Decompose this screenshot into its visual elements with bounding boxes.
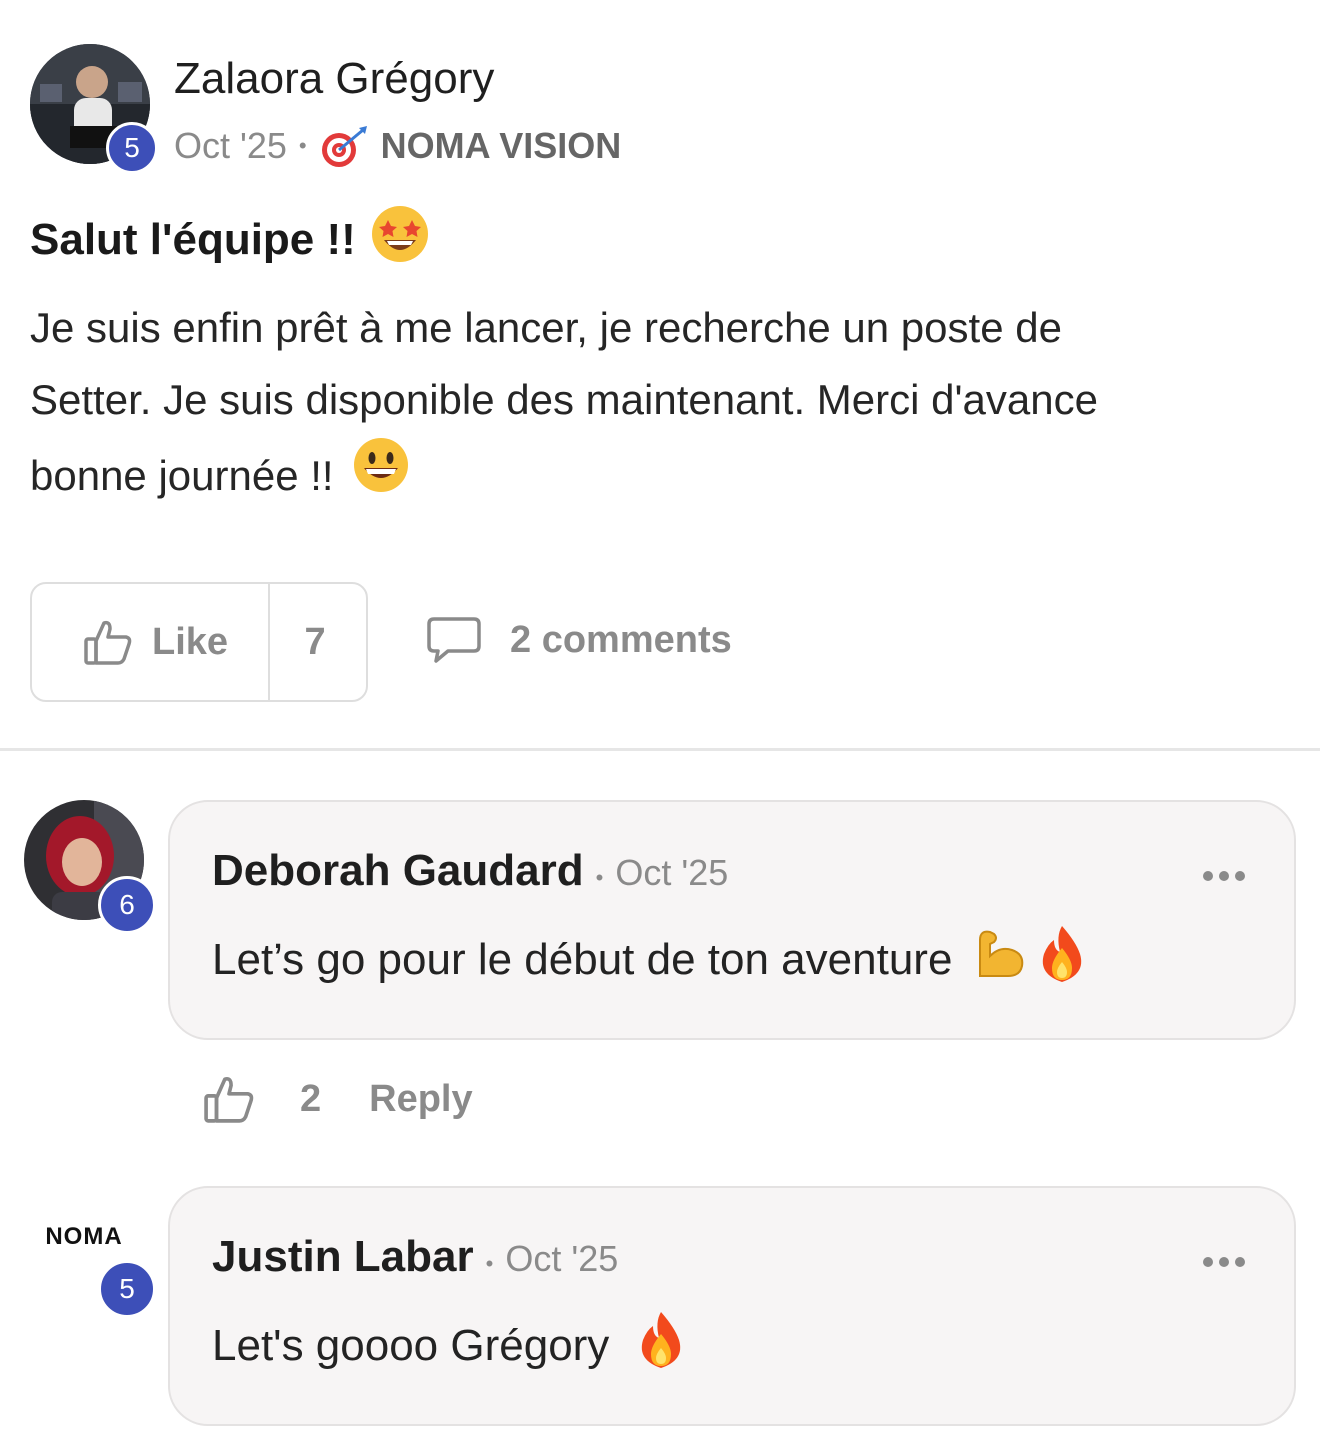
comment-like-button[interactable]: 2 — [204, 1074, 321, 1124]
comments-count-label: 2 comments — [510, 618, 732, 661]
post-meta: Oct '25 • NOMA VISION — [174, 124, 621, 168]
meta-separator: • — [298, 133, 307, 158]
like-button[interactable]: Like — [32, 584, 271, 700]
grinning-face-emoji — [352, 436, 410, 516]
post-body: Je suis enfin prêt à me lancer, je reche… — [30, 292, 1290, 516]
target-dart-icon — [319, 124, 369, 168]
post-category[interactable]: NOMA VISION — [381, 125, 622, 167]
flexed-biceps-emoji — [972, 926, 1028, 993]
post-body-line: bonne journée !! — [30, 452, 334, 499]
comment-separator: • — [595, 865, 604, 890]
author-name[interactable]: Zalaora Grégory — [174, 54, 494, 104]
comment-like-count: 2 — [300, 1077, 322, 1120]
thumbs-up-outline-icon — [84, 619, 132, 665]
comment-bubble: Justin Labar • Oct '25 Let's goooo Grégo… — [168, 1186, 1296, 1426]
comment-author[interactable]: Deborah Gaudard — [212, 846, 584, 896]
comment-level-badge: 6 — [98, 876, 156, 934]
speech-bubble-icon — [426, 616, 482, 664]
like-count[interactable]: 7 — [270, 584, 360, 700]
comment-text: Let's goooo Grégory — [212, 1320, 610, 1370]
comment-author[interactable]: Justin Labar — [212, 1232, 474, 1282]
section-divider — [0, 748, 1320, 751]
author-level-badge: 5 — [106, 122, 158, 174]
like-button-group: Like 7 — [30, 582, 368, 702]
comment-level-badge: 5 — [98, 1260, 156, 1318]
post-date: Oct '25 — [174, 125, 287, 166]
noma-logo: NOMA — [45, 1223, 123, 1250]
post-body-line: Setter. Je suis disponible des maintenan… — [30, 376, 1098, 423]
comments-button[interactable]: 2 comments — [426, 616, 732, 664]
star-struck-emoji — [370, 204, 430, 275]
comment-text-row: Let's goooo Grégory — [212, 1310, 687, 1381]
more-dots-icon[interactable] — [1202, 1234, 1246, 1279]
comment-date: Oct '25 — [615, 852, 729, 893]
fire-emoji — [635, 1310, 687, 1381]
comment-actions: 2 Reply — [204, 1074, 473, 1124]
comment-separator: • — [485, 1251, 494, 1276]
comment-bubble: Deborah Gaudard • Oct '25 Let’s go pour … — [168, 800, 1296, 1040]
comment-text-row: Let’s go pour le début de ton aventure — [212, 924, 1088, 995]
comment-text: Let’s go pour le début de ton aventure — [212, 934, 953, 984]
like-label: Like — [152, 620, 229, 663]
fire-emoji — [1036, 924, 1088, 995]
thumbs-up-outline-icon — [204, 1074, 254, 1124]
post-body-line: Je suis enfin prêt à me lancer, je reche… — [30, 304, 1062, 351]
post-title-text: Salut l'équipe !! — [30, 214, 356, 264]
more-dots-icon[interactable] — [1202, 848, 1246, 893]
comment-date: Oct '25 — [505, 1238, 619, 1279]
post-title: Salut l'équipe !! — [30, 204, 430, 275]
reply-button[interactable]: Reply — [369, 1078, 472, 1121]
